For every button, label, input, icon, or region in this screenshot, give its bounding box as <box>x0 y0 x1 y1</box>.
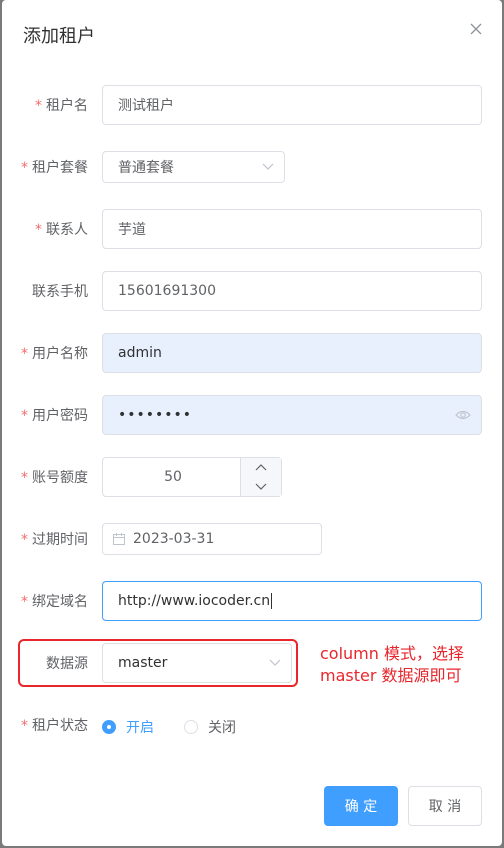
password-input[interactable]: •••••••• <box>102 395 482 435</box>
contact-label: * 联系人 <box>35 222 88 238</box>
domain-label: * 绑定域名 <box>21 594 88 610</box>
radio-unchecked-icon <box>184 720 198 734</box>
account-count-stepper[interactable]: 50 <box>102 457 282 497</box>
confirm-button[interactable]: 确 定 <box>324 786 398 826</box>
radio-label: 开启 <box>126 720 154 736</box>
status-radio-off[interactable]: 关闭 <box>184 717 236 737</box>
text-cursor <box>271 593 273 609</box>
expire-time-label: * 过期时间 <box>21 532 88 548</box>
tenant-name-label: * 租户名 <box>35 98 88 114</box>
calendar-icon <box>113 533 125 545</box>
stepper-buttons <box>240 458 281 496</box>
radio-checked-icon <box>102 720 116 734</box>
account-count-label: * 账号额度 <box>21 470 88 486</box>
chevron-down-icon <box>255 483 267 490</box>
mobile-label: 联系手机 <box>32 284 88 300</box>
domain-input[interactable]: http://www.iocoder.cn <box>102 581 482 621</box>
account-count-value[interactable]: 50 <box>103 458 243 496</box>
dialog-title: 添加租户 <box>23 26 95 47</box>
cancel-button[interactable]: 取 消 <box>408 786 482 826</box>
annotation-line-1: column 模式，选择 <box>320 644 464 663</box>
status-radio-on[interactable]: 开启 <box>102 717 154 737</box>
close-icon[interactable] <box>468 21 484 37</box>
package-select[interactable]: 普通套餐 <box>102 151 285 183</box>
chevron-up-icon <box>255 464 267 471</box>
increase-button[interactable] <box>241 458 281 478</box>
add-tenant-dialog: 添加租户 * 租户名 测试租户 * 租户套餐 普通套餐 * 联系人 芋道 联系手机 1… <box>2 0 502 846</box>
status-label: * 租户状态 <box>21 718 88 734</box>
username-input[interactable]: admin <box>102 333 482 373</box>
radio-label: 关闭 <box>208 720 236 736</box>
chevron-down-icon <box>262 163 274 170</box>
mobile-input[interactable]: 15601691300 <box>102 271 482 311</box>
datasource-annotation: column 模式，选择 master 数据源即可 <box>320 643 500 687</box>
contact-input[interactable]: 芋道 <box>102 209 482 249</box>
datasource-highlight-box <box>18 639 298 687</box>
username-label: * 用户名称 <box>21 346 88 362</box>
annotation-line-2: master 数据源即可 <box>320 666 462 685</box>
eye-icon[interactable] <box>455 409 471 421</box>
package-label: * 租户套餐 <box>21 160 88 176</box>
tenant-name-input[interactable]: 测试租户 <box>102 85 482 125</box>
decrease-button[interactable] <box>241 477 281 496</box>
expire-time-picker[interactable]: 2023-03-31 <box>102 523 322 555</box>
password-label: * 用户密码 <box>21 408 88 424</box>
